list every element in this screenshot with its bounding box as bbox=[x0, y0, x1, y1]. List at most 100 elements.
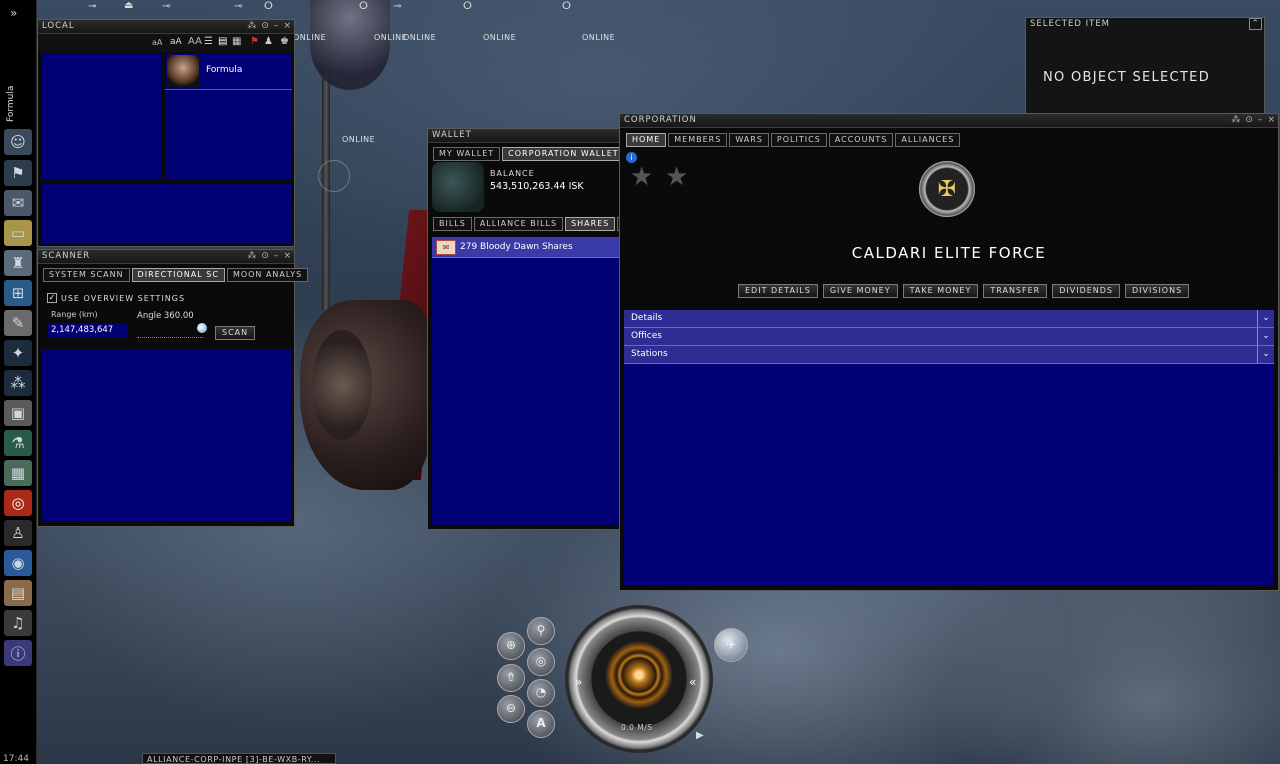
window-title-bar[interactable]: SELECTED ITEM ⌃ bbox=[1026, 18, 1264, 31]
tab-politics[interactable]: POLITICS bbox=[770, 133, 827, 147]
scanner-sweep-icon[interactable]: ◔ bbox=[527, 679, 555, 707]
minimize-icon[interactable]: – bbox=[274, 20, 280, 33]
member-row[interactable]: Formula bbox=[165, 53, 292, 90]
tab-alliances[interactable]: ALLIANCES bbox=[895, 133, 961, 147]
chat-input[interactable] bbox=[42, 184, 292, 244]
calculator-icon[interactable]: ▦ bbox=[4, 460, 32, 486]
give-money-button[interactable]: GIVE MONEY bbox=[822, 284, 898, 298]
pin-icon[interactable]: ⁂ bbox=[1231, 114, 1241, 127]
assets-icon[interactable]: ▣ bbox=[4, 400, 32, 426]
browser-icon[interactable]: ◉ bbox=[4, 550, 32, 576]
module-slot-icon[interactable]: ⏏ bbox=[124, 0, 133, 11]
speed-right-arrows[interactable]: « bbox=[689, 675, 696, 689]
section-offices[interactable]: Offices ⌄ bbox=[624, 328, 1274, 346]
tab-moon-analysis[interactable]: MOON ANALYS bbox=[226, 268, 309, 282]
font-medium-button[interactable]: aA bbox=[170, 37, 182, 47]
audio-icon[interactable]: ♫ bbox=[4, 610, 32, 636]
window-title-bar[interactable]: LOCAL ⁂ ⊙ – × bbox=[38, 20, 294, 34]
window-title-bar[interactable]: WALLET bbox=[428, 129, 626, 143]
font-small-button[interactable]: aA bbox=[152, 38, 162, 47]
logbook-icon[interactable]: ▤ bbox=[4, 580, 32, 606]
dividends-button[interactable]: DIVIDENDS bbox=[1052, 284, 1121, 298]
list-item[interactable]: ✉ 279 Bloody Dawn Shares bbox=[432, 237, 624, 258]
detail-view-icon[interactable]: ▤ bbox=[218, 36, 227, 47]
block-icon[interactable]: ⚑ bbox=[250, 36, 259, 47]
font-large-button[interactable]: AA bbox=[188, 36, 202, 47]
angle-slider[interactable] bbox=[137, 323, 207, 338]
close-icon[interactable]: × bbox=[283, 250, 292, 263]
chevron-down-icon[interactable]: ⌄ bbox=[1257, 310, 1274, 327]
module-slot-icon[interactable]: ⵔ bbox=[463, 1, 472, 12]
chevron-down-icon[interactable]: ⌄ bbox=[1257, 346, 1274, 363]
pin-icon[interactable]: ⁂ bbox=[247, 20, 257, 33]
member-list-icon[interactable]: ♟ bbox=[264, 36, 273, 47]
tactical-overlay-icon[interactable]: ◎ bbox=[527, 648, 555, 676]
drones-icon[interactable]: ⚲ bbox=[527, 617, 555, 645]
notepad-icon[interactable]: ▭ bbox=[4, 220, 32, 246]
use-overview-checkbox[interactable]: ✓ USE OVERVIEW SETTINGS bbox=[47, 293, 185, 303]
science-industry-icon[interactable]: ⚗ bbox=[4, 430, 32, 456]
neocom-expand-icon[interactable]: » bbox=[10, 6, 17, 20]
chat-channel-link[interactable]: ALLIANCE-CORP-INPE [3]-BE-WXB-RY... bbox=[142, 753, 336, 764]
checkbox-checked-icon[interactable]: ✓ bbox=[47, 293, 57, 303]
tab-bills[interactable]: BILLS bbox=[433, 217, 472, 231]
tab-members[interactable]: MEMBERS bbox=[668, 133, 728, 147]
module-slot-icon[interactable]: ⵔ bbox=[562, 1, 571, 12]
pin-icon[interactable]: ⁂ bbox=[247, 250, 257, 263]
collapse-icon[interactable]: ⌃ bbox=[1249, 18, 1262, 30]
scan-results-list[interactable] bbox=[42, 349, 292, 522]
tab-alliance-bills[interactable]: ALLIANCE BILLS bbox=[473, 217, 564, 231]
list-view-icon[interactable]: ☰ bbox=[204, 36, 213, 47]
module-slot-icon[interactable]: ⵔ bbox=[359, 1, 368, 12]
zoom-in-icon[interactable]: ⊕ bbox=[497, 632, 525, 660]
options-icon[interactable]: ⊙ bbox=[261, 20, 270, 33]
section-details[interactable]: Details ⌄ bbox=[624, 310, 1274, 328]
module-slot-icon[interactable]: ⊸ bbox=[88, 1, 96, 12]
module-slot-icon[interactable]: ⵔ bbox=[264, 1, 273, 12]
local-chat-messages[interactable] bbox=[42, 53, 161, 180]
icon-view-icon[interactable]: ▦ bbox=[232, 36, 241, 47]
tab-shares[interactable]: SHARES bbox=[565, 217, 616, 231]
close-icon[interactable]: × bbox=[1267, 114, 1276, 127]
people-places-icon[interactable]: ⚑ bbox=[4, 160, 32, 186]
help-icon[interactable]: ◎ bbox=[4, 490, 32, 516]
window-title-bar[interactable]: CORPORATION ⁂ ⊙ – × bbox=[620, 114, 1278, 128]
take-money-button[interactable]: TAKE MONEY bbox=[902, 284, 979, 298]
speed-left-arrows[interactable]: » bbox=[575, 675, 582, 689]
zoom-out-icon[interactable]: ⊖ bbox=[497, 695, 525, 723]
module-slot-icon[interactable]: ⊸ bbox=[393, 1, 401, 12]
shares-list[interactable]: ✉ 279 Bloody Dawn Shares bbox=[432, 237, 624, 525]
tab-home[interactable]: HOME bbox=[626, 133, 667, 147]
info-icon[interactable]: ⓘ bbox=[4, 640, 32, 666]
slider-handle[interactable] bbox=[197, 323, 207, 333]
cargo-icon[interactable]: ✈ bbox=[714, 628, 748, 662]
edit-details-button[interactable]: EDIT DETAILS bbox=[738, 284, 818, 298]
transfer-button[interactable]: TRANSFER bbox=[983, 284, 1048, 298]
mail-icon[interactable]: ✉ bbox=[4, 190, 32, 216]
starmap-icon[interactable]: ✦ bbox=[4, 340, 32, 366]
window-title-bar[interactable]: SCANNER ⁂ ⊙ – × bbox=[38, 250, 294, 264]
tab-accounts[interactable]: ACCOUNTS bbox=[828, 133, 894, 147]
minimize-icon[interactable]: – bbox=[1258, 114, 1264, 127]
module-slot-icon[interactable]: ⊸ bbox=[162, 1, 170, 12]
section-stations[interactable]: Stations ⌄ bbox=[624, 346, 1274, 364]
character-sheet-icon[interactable]: ☺ bbox=[4, 129, 32, 155]
corporation-icon[interactable]: ♜ bbox=[4, 250, 32, 276]
options-icon[interactable]: ⊙ bbox=[261, 250, 270, 263]
members-icon[interactable]: ♚ bbox=[280, 36, 289, 47]
options-icon[interactable]: ⊙ bbox=[1245, 114, 1254, 127]
speed-increase-arrow-icon[interactable]: ▶ bbox=[696, 730, 704, 741]
minimize-icon[interactable]: – bbox=[274, 250, 280, 263]
tab-my-wallet[interactable]: MY WALLET bbox=[433, 147, 501, 161]
tab-wars[interactable]: WARS bbox=[729, 133, 769, 147]
divisions-button[interactable]: DIVISIONS bbox=[1125, 284, 1190, 298]
tab-directional-scanner[interactable]: DIRECTIONAL SC bbox=[131, 268, 225, 282]
fitting-icon[interactable]: ♙ bbox=[4, 520, 32, 546]
neocom-character-name[interactable]: Formula bbox=[6, 86, 16, 122]
ship-view-icon[interactable]: ⇮ bbox=[497, 664, 525, 692]
autopilot-button[interactable]: A bbox=[527, 710, 555, 738]
module-slot-icon[interactable]: ⊸ bbox=[234, 1, 242, 12]
tab-corporation-wallet[interactable]: CORPORATION WALLET bbox=[502, 147, 625, 161]
journal-icon[interactable]: ✎ bbox=[4, 310, 32, 336]
chevron-down-icon[interactable]: ⌄ bbox=[1257, 328, 1274, 345]
